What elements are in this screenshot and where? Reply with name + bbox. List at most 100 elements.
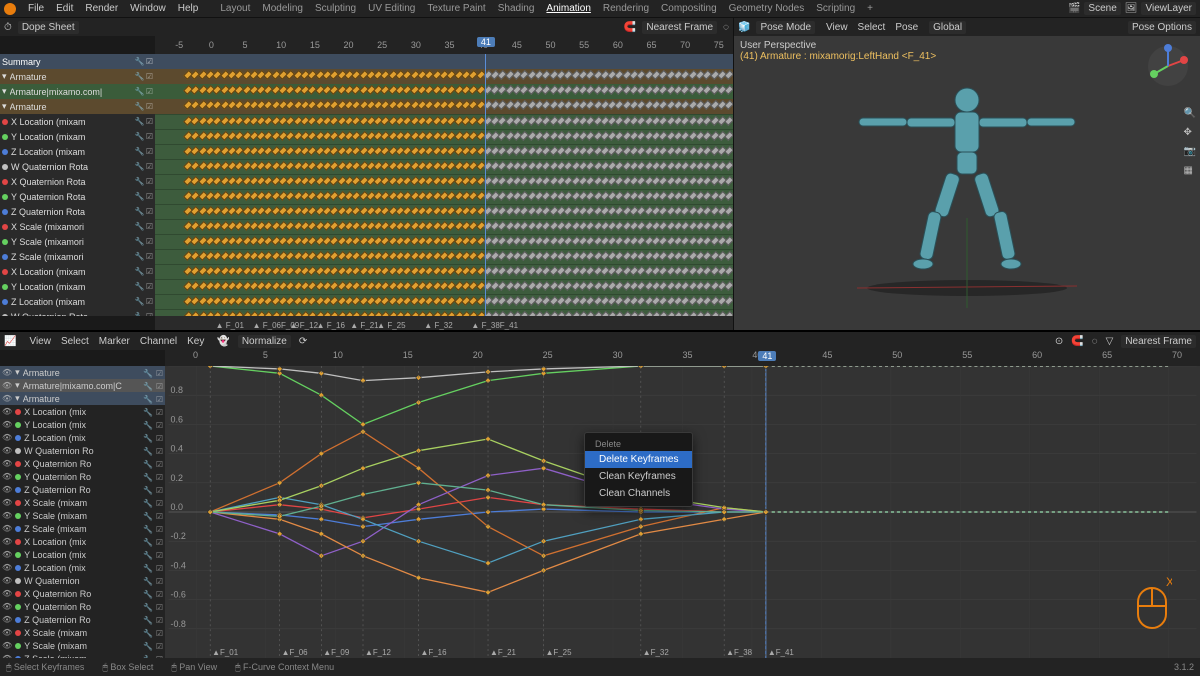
viewport-menu[interactable]: Select xyxy=(853,20,891,35)
checkbox-icon[interactable]: ☑ xyxy=(146,312,153,316)
dope-channel[interactable]: Summary🔧☑ xyxy=(0,54,155,69)
graph-channel[interactable]: 👁Y Location (mix🔧 ☑ xyxy=(0,418,165,431)
workspace-tab[interactable]: Scripting xyxy=(810,1,861,16)
graph-playhead[interactable]: 41 xyxy=(758,351,776,361)
timeline-marker[interactable]: ▲ F_12 xyxy=(290,321,318,330)
wrench-icon[interactable]: 🔧 xyxy=(143,421,153,430)
wrench-icon[interactable]: 🔧 xyxy=(135,192,145,201)
wrench-icon[interactable]: 🔧 xyxy=(135,237,145,246)
visibility-icon[interactable]: 👁 xyxy=(2,472,12,481)
graph-channel[interactable]: 👁X Scale (mixam🔧 ☑ xyxy=(0,626,165,639)
graph-channel[interactable]: 👁Y Scale (mixam🔧 ☑ xyxy=(0,639,165,652)
dope-ruler[interactable]: -505101520253035404550556065707541 xyxy=(155,36,733,54)
dope-channel[interactable]: Z Location (mixam🔧☑ xyxy=(0,294,155,309)
graph-channel[interactable]: 👁Y Quaternion Ro🔧 ☑ xyxy=(0,600,165,613)
timeline-marker[interactable]: ▲ F_21 xyxy=(350,321,378,330)
camera-icon[interactable]: 📷 xyxy=(1184,146,1196,157)
dope-channel[interactable]: ▾Armature|mixamo.com|🔧☑ xyxy=(0,84,155,99)
wrench-icon[interactable]: 🔧 xyxy=(135,162,145,171)
wrench-icon[interactable]: 🔧 xyxy=(135,87,145,96)
visibility-icon[interactable]: 👁 xyxy=(2,420,12,429)
visibility-icon[interactable]: 👁 xyxy=(2,576,12,585)
checkbox-icon[interactable]: ☑ xyxy=(156,616,163,625)
wrench-icon[interactable]: 🔧 xyxy=(143,525,153,534)
checkbox-icon[interactable]: ☑ xyxy=(146,147,153,156)
wrench-icon[interactable]: 🔧 xyxy=(143,603,153,612)
menu-file[interactable]: File xyxy=(22,1,50,16)
pose-options-button[interactable]: Pose Options xyxy=(1128,21,1196,34)
checkbox-icon[interactable]: ☑ xyxy=(146,192,153,201)
visibility-icon[interactable]: 👁 xyxy=(2,368,12,377)
menu-window[interactable]: Window xyxy=(124,1,172,16)
wrench-icon[interactable]: 🔧 xyxy=(143,616,153,625)
checkbox-icon[interactable]: ☑ xyxy=(156,512,163,521)
filter-icon[interactable]: ▽ xyxy=(1106,336,1114,347)
timeline-marker[interactable]: ▲ F_38F_41 xyxy=(471,321,518,330)
dope-channel[interactable]: X Location (mixam🔧☑ xyxy=(0,114,155,129)
graph-channel[interactable]: 👁Y Scale (mixam🔧 ☑ xyxy=(0,509,165,522)
workspace-tab[interactable]: Modeling xyxy=(256,1,309,16)
dope-channel[interactable]: X Location (mixam🔧☑ xyxy=(0,264,155,279)
dope-channel[interactable]: ▾Armature🔧☑ xyxy=(0,69,155,84)
checkbox-icon[interactable]: ☑ xyxy=(156,590,163,599)
editor-type-icon[interactable]: 🧊 xyxy=(738,22,750,33)
dope-channel[interactable]: X Quaternion Rota🔧☑ xyxy=(0,174,155,189)
checkbox-icon[interactable]: ☑ xyxy=(146,252,153,261)
playhead-badge[interactable]: 41 xyxy=(477,37,495,47)
checkbox-icon[interactable]: ☑ xyxy=(156,408,163,417)
dope-mode-dropdown[interactable]: Dope Sheet xyxy=(18,21,79,34)
wrench-icon[interactable]: 🔧 xyxy=(135,312,145,316)
visibility-icon[interactable]: 👁 xyxy=(2,498,12,507)
workspace-tab[interactable]: Compositing xyxy=(655,1,723,16)
dope-channel[interactable]: Y Location (mixam🔧☑ xyxy=(0,279,155,294)
visibility-icon[interactable]: 👁 xyxy=(2,433,12,442)
context-menu-item[interactable]: Clean Keyframes xyxy=(585,468,692,485)
viewport-menu[interactable]: Pose xyxy=(890,20,923,35)
timeline-marker[interactable]: ▲ F_01 xyxy=(216,321,244,330)
editor-type-icon[interactable]: 📈 xyxy=(4,336,16,347)
dope-channel[interactable]: W Quaternion Rota🔧☑ xyxy=(0,159,155,174)
checkbox-icon[interactable]: ☑ xyxy=(146,222,153,231)
menu-help[interactable]: Help xyxy=(172,1,205,16)
graph-snap-dropdown[interactable]: Nearest Frame xyxy=(1121,335,1196,348)
dope-channel[interactable]: Z Quaternion Rota🔧☑ xyxy=(0,204,155,219)
checkbox-icon[interactable]: ☑ xyxy=(156,447,163,456)
checkbox-icon[interactable]: ☑ xyxy=(156,473,163,482)
ghost-icon[interactable]: 👻 xyxy=(217,336,229,347)
checkbox-icon[interactable]: ☑ xyxy=(146,87,153,96)
viewport-menu[interactable]: View xyxy=(821,20,853,35)
checkbox-icon[interactable]: ☑ xyxy=(146,297,153,306)
editor-type-icon[interactable]: ⏱ xyxy=(4,22,12,33)
wrench-icon[interactable]: 🔧 xyxy=(135,102,145,111)
checkbox-icon[interactable]: ☑ xyxy=(156,421,163,430)
visibility-icon[interactable]: 👁 xyxy=(2,537,12,546)
graph-channel[interactable]: 👁▾Armature|mixamo.com|C🔧 ☑ xyxy=(0,379,165,392)
visibility-icon[interactable]: 👁 xyxy=(2,407,12,416)
dope-channel[interactable]: W Quaternion Rota🔧☑ xyxy=(0,309,155,316)
graph-channel[interactable]: 👁X Location (mix🔧 ☑ xyxy=(0,405,165,418)
graph-channel[interactable]: 👁Z Location (mix🔧 ☑ xyxy=(0,431,165,444)
wrench-icon[interactable]: 🔧 xyxy=(143,473,153,482)
zoom-icon[interactable]: 🔍 xyxy=(1184,108,1196,119)
checkbox-icon[interactable]: ☑ xyxy=(156,460,163,469)
graph-channel[interactable]: 👁X Quaternion Ro🔧 ☑ xyxy=(0,457,165,470)
workspace-tab[interactable]: Geometry Nodes xyxy=(723,1,811,16)
checkbox-icon[interactable]: ☑ xyxy=(146,162,153,171)
wrench-icon[interactable]: 🔧 xyxy=(143,564,153,573)
workspace-tab[interactable]: Animation xyxy=(540,1,596,16)
visibility-icon[interactable]: 👁 xyxy=(2,550,12,559)
checkbox-icon[interactable]: ☑ xyxy=(156,642,163,651)
wrench-icon[interactable]: 🔧 xyxy=(143,499,153,508)
workspace-tab[interactable]: + xyxy=(861,1,879,16)
checkbox-icon[interactable]: ☑ xyxy=(146,177,153,186)
graph-channel[interactable]: 👁Z Scale (mixam🔧 ☑ xyxy=(0,522,165,535)
wrench-icon[interactable]: 🔧 xyxy=(143,629,153,638)
visibility-icon[interactable]: 👁 xyxy=(2,381,12,390)
checkbox-icon[interactable]: ☑ xyxy=(146,117,153,126)
wrench-icon[interactable]: 🔧 xyxy=(143,434,153,443)
dope-channel[interactable]: Z Scale (mixamori🔧☑ xyxy=(0,249,155,264)
graph-channel[interactable]: 👁X Quaternion Ro🔧 ☑ xyxy=(0,587,165,600)
wrench-icon[interactable]: 🔧 xyxy=(135,282,145,291)
checkbox-icon[interactable]: ☑ xyxy=(156,499,163,508)
checkbox-icon[interactable]: ☑ xyxy=(146,102,153,111)
